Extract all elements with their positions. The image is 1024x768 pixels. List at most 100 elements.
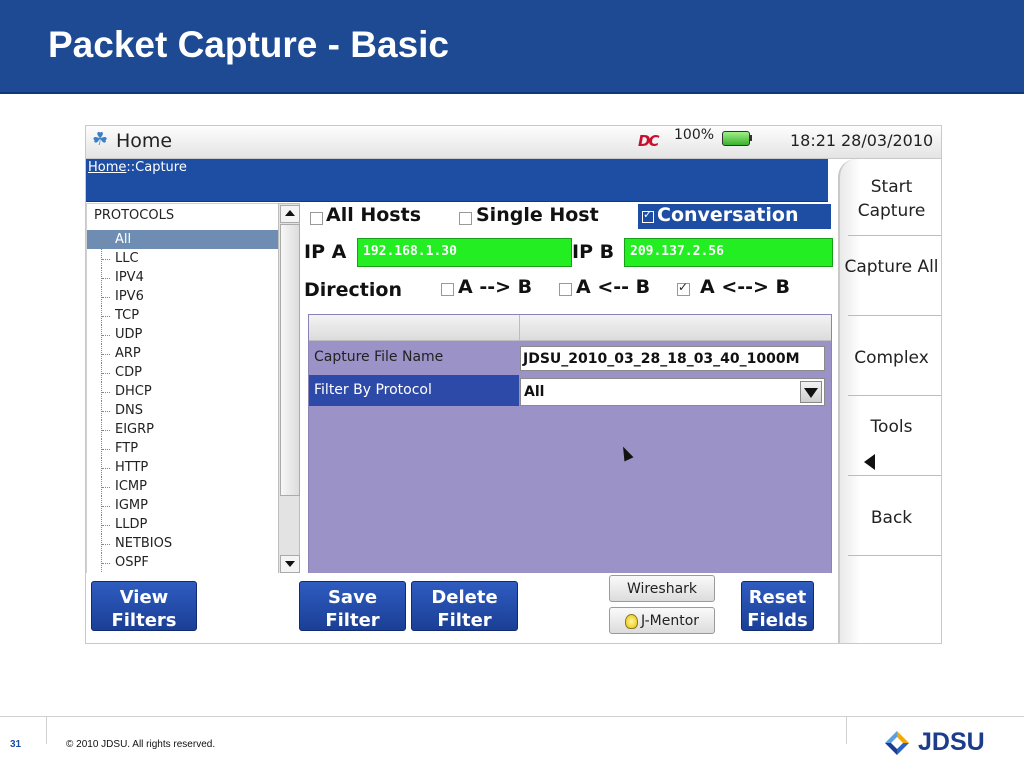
protocols-header: PROTOCOLS <box>94 208 175 223</box>
status-bar: ☘ Home DC 100% 18:21 28/03/2010 <box>86 126 941 159</box>
protocol-item-ipv6[interactable]: IPV6 <box>87 287 279 306</box>
all-hosts-checkbox[interactable] <box>310 212 323 225</box>
side-separator <box>848 555 941 556</box>
protocol-label: FTP <box>115 441 139 456</box>
protocol-item-cdp[interactable]: CDP <box>87 363 279 382</box>
breadcrumb-home-link[interactable]: Home <box>88 160 126 175</box>
ip-a-label: IP A <box>304 241 347 263</box>
settings-table-header <box>309 315 831 341</box>
wireshark-button[interactable]: Wireshark <box>609 575 715 602</box>
footer-divider <box>846 716 847 744</box>
ip-a-input[interactable]: 192.168.1.30 <box>357 238 572 267</box>
filter-by-protocol-label: Filter By Protocol <box>309 375 519 406</box>
slide-number: 31 <box>10 739 22 750</box>
battery-percentage: 100% <box>674 127 715 143</box>
side-separator <box>848 315 941 316</box>
home-title[interactable]: Home <box>116 130 172 152</box>
view-filters-button[interactable]: View Filters <box>91 581 197 631</box>
tools-button[interactable]: Tools <box>840 415 941 439</box>
protocol-label: DNS <box>115 403 143 418</box>
capture-settings-panel: Capture File Name JDSU_2010_03_28_18_03_… <box>308 314 832 575</box>
protocol-item-ftp[interactable]: FTP <box>87 439 279 458</box>
all-hosts-label[interactable]: All Hosts <box>326 204 421 226</box>
ip-b-label: IP B <box>572 241 615 263</box>
protocol-label: LLDP <box>115 517 148 532</box>
single-host-checkbox[interactable] <box>459 212 472 225</box>
right-side-panel: Start Capture Capture All Complex Tools … <box>838 159 941 643</box>
protocol-item-dns[interactable]: DNS <box>87 401 279 420</box>
protocol-label: UDP <box>115 327 143 342</box>
direction-both-checkbox[interactable] <box>677 280 690 296</box>
protocol-label: OSPF <box>115 555 149 570</box>
scroll-up-arrow-icon[interactable] <box>280 205 300 223</box>
protocol-label: HTTP <box>115 460 149 475</box>
single-host-label[interactable]: Single Host <box>476 204 599 226</box>
direction-b-to-a-checkbox[interactable] <box>559 283 572 296</box>
lightbulb-icon <box>624 613 638 629</box>
battery-tip <box>749 135 752 141</box>
start-capture-button[interactable]: Start Capture <box>840 175 941 223</box>
dc-power-icon: DC <box>638 132 660 150</box>
protocol-item-http[interactable]: HTTP <box>87 458 279 477</box>
side-separator <box>848 395 941 396</box>
protocol-label: CDP <box>115 365 142 380</box>
jdsu-logo-icon <box>885 731 909 755</box>
conversation-label: Conversation <box>657 204 799 226</box>
mouse-cursor-icon <box>618 444 634 462</box>
protocol-item-llc[interactable]: LLC <box>87 249 279 268</box>
direction-b-to-a-label[interactable]: A <-- B <box>576 276 650 298</box>
protocol-label: ARP <box>115 346 141 361</box>
capture-all-button[interactable]: Capture All <box>840 255 941 279</box>
scroll-down-arrow-icon[interactable] <box>280 555 300 573</box>
protocols-tree[interactable]: PROTOCOLS All LLC IPV4 IPV6 TCP UDP ARP … <box>86 203 280 575</box>
capture-file-name-input[interactable]: JDSU_2010_03_28_18_03_40_1000M <box>520 346 825 371</box>
clock-date: 28/03/2010 <box>841 131 934 150</box>
footer-line <box>0 716 1024 717</box>
protocol-item-udp[interactable]: UDP <box>87 325 279 344</box>
breadcrumb-current: ::Capture <box>126 160 187 175</box>
slide-header: Packet Capture - Basic <box>0 0 1024 94</box>
back-button[interactable]: Back <box>840 506 941 530</box>
tools-expand-arrow-icon[interactable] <box>864 454 875 470</box>
save-filter-button[interactable]: Save Filter <box>299 581 406 631</box>
protocol-item-ospf[interactable]: OSPF <box>87 553 279 572</box>
battery-icon <box>722 131 750 146</box>
protocol-item-tcp[interactable]: TCP <box>87 306 279 325</box>
delete-filter-button[interactable]: Delete Filter <box>411 581 518 631</box>
protocol-item-igmp[interactable]: IGMP <box>87 496 279 515</box>
protocol-label: IPV6 <box>115 289 144 304</box>
protocol-label: LLC <box>115 251 139 266</box>
home-icon[interactable]: ☘ <box>92 129 112 151</box>
protocol-item-all[interactable]: All <box>87 230 279 249</box>
direction-a-to-b-label[interactable]: A --> B <box>458 276 532 298</box>
j-mentor-button[interactable]: J-Mentor <box>609 607 715 634</box>
complex-button[interactable]: Complex <box>840 346 941 370</box>
direction-a-to-b-checkbox[interactable] <box>441 283 454 296</box>
protocol-item-ipv4[interactable]: IPV4 <box>87 268 279 287</box>
clock-time: 18:21 <box>790 131 837 150</box>
breadcrumb: Home::Capture <box>88 160 187 175</box>
capture-file-name-label: Capture File Name <box>309 342 519 373</box>
protocol-label: IGMP <box>115 498 148 513</box>
conversation-checkbox[interactable] <box>642 208 654 223</box>
protocol-item-eigrp[interactable]: EIGRP <box>87 420 279 439</box>
protocol-item-arp[interactable]: ARP <box>87 344 279 363</box>
ip-b-input[interactable]: 209.137.2.56 <box>624 238 833 267</box>
direction-both-label[interactable]: A <--> B <box>700 276 790 298</box>
protocol-item-dhcp[interactable]: DHCP <box>87 382 279 401</box>
scroll-thumb[interactable] <box>280 224 300 496</box>
bottom-toolbar: View Filters Save Filter Delete Filter W… <box>86 573 838 643</box>
side-separator <box>848 475 941 476</box>
protocol-item-netbios[interactable]: NETBIOS <box>87 534 279 553</box>
breadcrumb-bar: Home::Capture <box>86 159 828 202</box>
dropdown-arrow-icon[interactable] <box>800 381 822 403</box>
reset-fields-button[interactable]: Reset Fields <box>741 581 814 631</box>
protocols-scrollbar[interactable] <box>278 203 300 575</box>
protocol-label: IPV4 <box>115 270 144 285</box>
copyright-text: © 2010 JDSU. All rights reserved. <box>66 739 216 750</box>
j-mentor-label: J-Mentor <box>640 613 700 629</box>
protocol-item-icmp[interactable]: ICMP <box>87 477 279 496</box>
filter-by-protocol-select[interactable]: All <box>520 378 825 406</box>
conversation-option[interactable]: Conversation <box>638 204 831 229</box>
protocol-item-lldp[interactable]: LLDP <box>87 515 279 534</box>
